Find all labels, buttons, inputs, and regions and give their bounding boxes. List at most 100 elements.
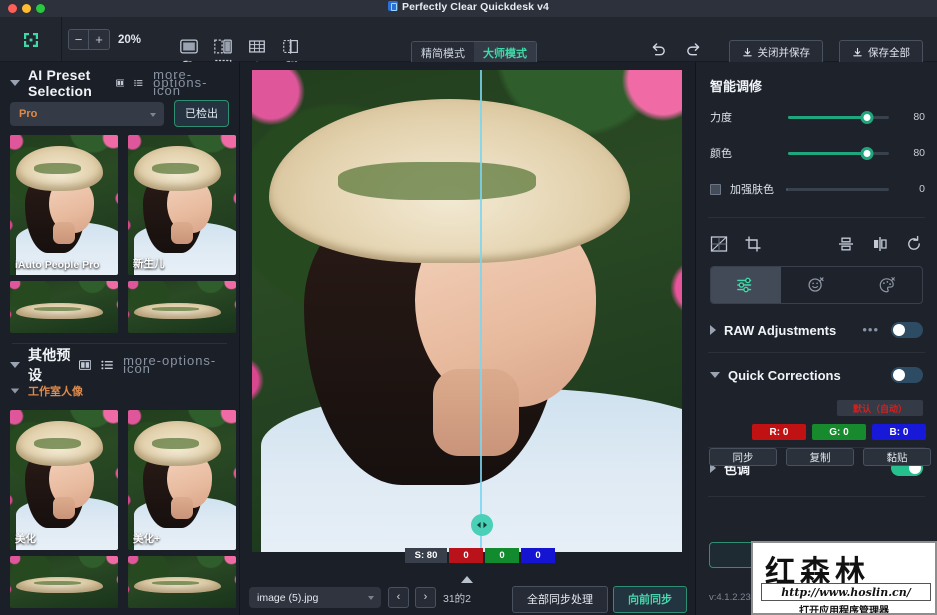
- preset-thumb-4[interactable]: [128, 281, 236, 333]
- single-view-icon[interactable]: [179, 38, 199, 55]
- chevron-right-icon[interactable]: [710, 325, 716, 335]
- compare-view-icon[interactable]: [281, 38, 301, 55]
- chevron-down-icon[interactable]: [11, 388, 20, 393]
- blue-readout: 0: [521, 548, 555, 563]
- section-controls: •••: [862, 322, 923, 338]
- right-adjustment-panel: 智能调修 力度 80 颜色 80 加强肤色 0: [695, 62, 937, 615]
- tab-adjustments[interactable]: [711, 267, 781, 303]
- crop-icon[interactable]: [744, 235, 762, 253]
- watermark-overlay: 红森林 http://www.hoslin.cn/ 打开应用程序管理器: [751, 541, 937, 615]
- slider-skin-tone: 加强肤色 0: [696, 175, 937, 203]
- rgb-pill-blue[interactable]: B: 0: [872, 424, 926, 440]
- download-icon: [742, 47, 753, 58]
- section-raw-adjustments[interactable]: RAW Adjustments •••: [696, 312, 937, 348]
- next-image-button[interactable]: ›: [415, 587, 436, 608]
- previous-image-button[interactable]: ‹: [388, 587, 409, 608]
- list-layout-icon[interactable]: [101, 359, 113, 371]
- sync-button[interactable]: 同步: [709, 448, 777, 466]
- preset-thumb-8[interactable]: [128, 556, 236, 608]
- slider-knob[interactable]: [860, 111, 873, 124]
- version-label: v:4.1.2.23: [709, 592, 751, 603]
- before-after-split-line[interactable]: [480, 70, 482, 552]
- preset-thumb-beautify[interactable]: 美化: [10, 410, 118, 550]
- filmstrip-expand-icon[interactable]: [461, 576, 473, 583]
- split-view-icon[interactable]: [213, 38, 233, 55]
- preset-thumb-7[interactable]: [10, 556, 118, 608]
- preset-thumb-beautify-plus[interactable]: 美化+: [128, 410, 236, 550]
- more-options-icon[interactable]: more-options-icon: [123, 357, 229, 373]
- flip-horizontal-icon[interactable]: [871, 235, 889, 253]
- more-options-icon[interactable]: •••: [862, 326, 879, 334]
- rgb-pill-green[interactable]: G: 0: [812, 424, 866, 440]
- file-name-select[interactable]: image (5).jpg: [249, 587, 381, 608]
- grid-view-icon[interactable]: [247, 38, 267, 55]
- default-auto-badge[interactable]: 默认（自动）: [837, 400, 923, 416]
- slider-value: 80: [899, 111, 925, 123]
- window-title: Perfectly Clear Quickdesk v4: [0, 1, 937, 13]
- green-readout: 0: [485, 548, 519, 563]
- left-right-arrows-icon: [475, 520, 489, 530]
- sliders-icon: [735, 275, 757, 295]
- flip-vertical-icon[interactable]: [837, 235, 855, 253]
- sync-forward-button[interactable]: 向前同步: [613, 586, 687, 613]
- perfectly-clear-logo-icon: [21, 30, 41, 50]
- rgb-pill-red[interactable]: R: 0: [752, 424, 806, 440]
- chevron-down-icon[interactable]: [10, 362, 20, 368]
- grid-layout-icon[interactable]: [116, 77, 125, 89]
- panel-divider: [12, 343, 227, 344]
- red-readout: 0: [449, 548, 483, 563]
- slider-value: 0: [899, 183, 925, 195]
- file-name-label: image (5).jpg: [257, 592, 318, 604]
- ai-preset-section-header[interactable]: AI Preset Selection more-options-icon: [0, 68, 239, 98]
- redo-icon[interactable]: [685, 41, 702, 58]
- sync-all-button[interactable]: 全部同步处理: [512, 586, 608, 613]
- slider-strength: 力度 80: [696, 103, 937, 131]
- center-viewer: S: 80 0 0 0: [240, 62, 695, 615]
- preset-preview-image: [10, 556, 118, 608]
- slider-track[interactable]: [788, 116, 889, 119]
- other-presets-section-header[interactable]: 其他预设 more-options-icon: [0, 350, 239, 380]
- section-toggle[interactable]: [891, 367, 923, 383]
- preset-thumb-iauto-people-pro[interactable]: iAuto People Pro: [10, 135, 118, 275]
- skin-tone-checkbox[interactable]: [710, 184, 721, 195]
- slider-track[interactable]: [788, 152, 889, 155]
- tab-color[interactable]: [852, 267, 922, 303]
- section-title: RAW Adjustments: [724, 323, 836, 338]
- rotate-icon[interactable]: [905, 235, 923, 253]
- copy-button[interactable]: 复制: [786, 448, 854, 466]
- detect-button[interactable]: 已检出: [174, 100, 229, 127]
- preset-preview-image: [10, 135, 118, 275]
- preset-preview-image: [128, 135, 236, 275]
- zoom-in-button[interactable]: +: [89, 29, 110, 50]
- slider-color: 颜色 80: [696, 139, 937, 167]
- split-compare-handle-icon[interactable]: [471, 514, 493, 536]
- ai-preset-header-tools: more-options-icon: [116, 71, 229, 95]
- histogram-icon[interactable]: [710, 235, 728, 253]
- zoom-out-button[interactable]: −: [68, 29, 89, 50]
- slider-track[interactable]: [786, 188, 889, 191]
- grid-layout-icon[interactable]: [79, 359, 91, 371]
- panel-divider: [708, 352, 925, 353]
- undo-icon[interactable]: [650, 41, 667, 58]
- paste-button[interactable]: 黏贴: [863, 448, 931, 466]
- chevron-down-icon[interactable]: [10, 80, 20, 86]
- list-layout-icon[interactable]: [134, 77, 143, 89]
- section-quick-corrections[interactable]: Quick Corrections: [696, 357, 937, 393]
- preset-group-studio-portrait[interactable]: 工作室人像: [0, 380, 239, 402]
- chevron-down-icon[interactable]: [710, 372, 720, 378]
- section-toggle[interactable]: [891, 322, 923, 338]
- tab-portrait[interactable]: [781, 267, 851, 303]
- image-counter: 31的2: [443, 591, 471, 606]
- app-logo-button[interactable]: [0, 17, 62, 62]
- image-canvas[interactable]: [252, 70, 682, 552]
- preset-thumb-3[interactable]: [10, 281, 118, 333]
- preset-thumb-label: 新生儿: [133, 256, 165, 271]
- more-options-icon[interactable]: more-options-icon: [153, 71, 229, 95]
- edit-tool-icons: [696, 228, 937, 258]
- undo-redo-group: [650, 41, 702, 58]
- preset-thumb-newborn[interactable]: 新生儿: [128, 135, 236, 275]
- preset-category-select[interactable]: Pro: [10, 102, 164, 126]
- section-controls: [891, 367, 923, 383]
- other-presets-title: 其他预设: [28, 345, 79, 385]
- slider-knob[interactable]: [860, 147, 873, 160]
